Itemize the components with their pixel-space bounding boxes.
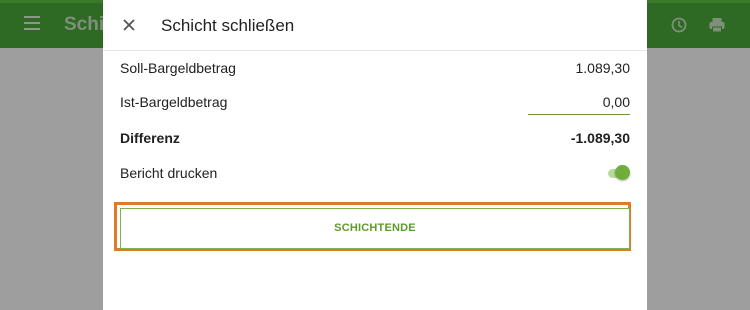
row-print-report: Bericht drucken bbox=[120, 161, 630, 185]
dialog-title: Schicht schließen bbox=[161, 16, 295, 35]
row-soll: Soll-Bargeldbetrag 1.089,30 bbox=[120, 56, 630, 80]
close-shift-dialog: Schicht schließen Soll-Bargeldbetrag 1.0… bbox=[103, 0, 647, 310]
ist-amount-input[interactable] bbox=[528, 91, 630, 113]
row-difference: Differenz -1.089,30 bbox=[120, 126, 630, 150]
difference-label: Differenz bbox=[120, 130, 180, 146]
row-ist: Ist-Bargeldbetrag bbox=[120, 90, 630, 115]
soll-value: 1.089,30 bbox=[575, 60, 631, 76]
print-report-label: Bericht drucken bbox=[120, 165, 218, 181]
ist-label: Ist-Bargeldbetrag bbox=[120, 94, 228, 110]
close-icon[interactable] bbox=[121, 17, 137, 33]
history-icon[interactable] bbox=[670, 16, 688, 34]
toggle-thumb bbox=[615, 165, 630, 180]
ist-input-wrapper bbox=[528, 90, 630, 115]
menu-icon[interactable] bbox=[24, 16, 40, 30]
print-report-toggle[interactable] bbox=[608, 165, 630, 181]
end-shift-button[interactable]: SCHICHTENDE bbox=[120, 208, 630, 249]
dialog-header: Schicht schließen bbox=[103, 0, 647, 51]
soll-label: Soll-Bargeldbetrag bbox=[120, 60, 236, 76]
print-icon[interactable] bbox=[708, 16, 726, 34]
difference-value: -1.089,30 bbox=[570, 130, 630, 146]
